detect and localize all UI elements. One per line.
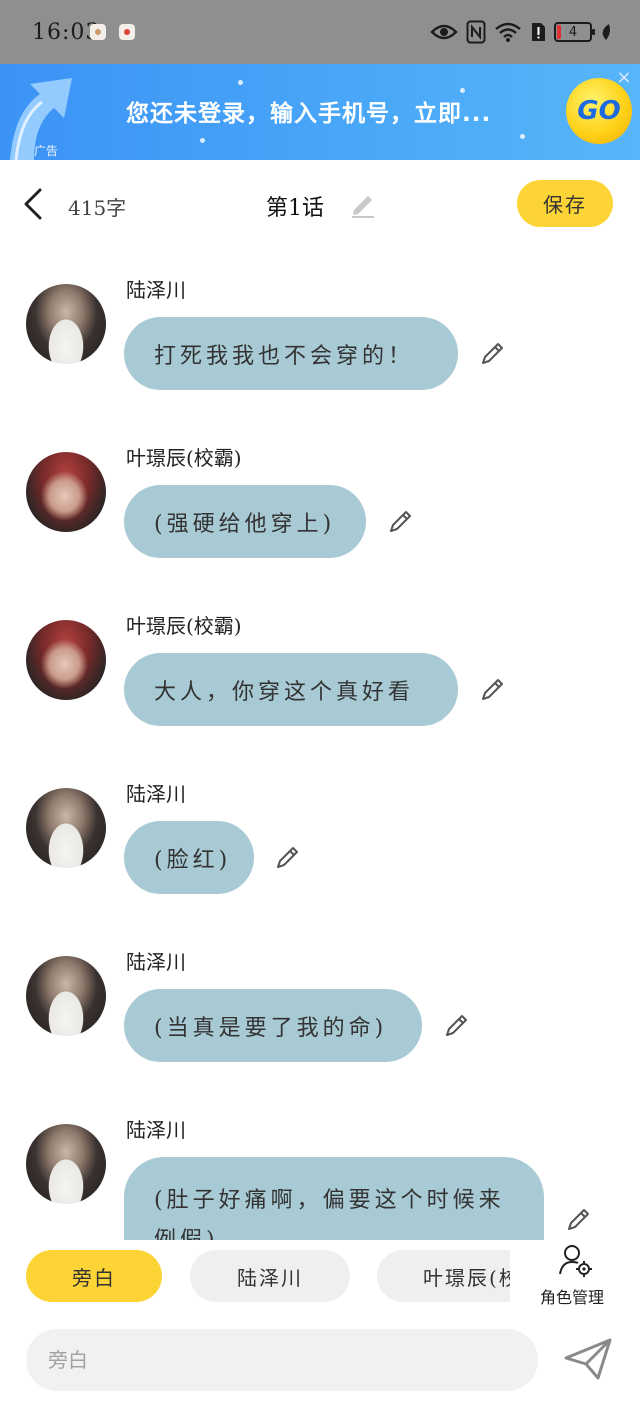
pencil-icon[interactable] — [348, 188, 378, 218]
role-manage-label: 角色管理 — [540, 1288, 605, 1307]
speaker-name: 陆泽川 — [126, 278, 186, 302]
speaker-name: 陆泽川 — [126, 950, 186, 974]
save-button[interactable]: 保存 — [517, 180, 613, 227]
user-gear-icon — [559, 1245, 592, 1277]
chapter-title[interactable]: 第1话 — [266, 190, 324, 222]
speaker-name: 陆泽川 — [126, 1118, 186, 1142]
message-input[interactable] — [26, 1329, 538, 1391]
role-chip-narration[interactable]: 旁白 — [26, 1250, 162, 1302]
send-button[interactable] — [562, 1334, 614, 1382]
composer — [0, 1318, 640, 1408]
nfc-icon — [466, 20, 486, 44]
message-bubble[interactable]: (肚子好痛啊，偏要这个时候来例假) — [124, 1157, 544, 1240]
eye-icon — [430, 24, 458, 40]
pencil-icon[interactable] — [275, 844, 301, 870]
pencil-icon[interactable] — [566, 1206, 592, 1232]
status-bar: 16:03 4 — [0, 0, 640, 64]
pencil-icon[interactable] — [388, 508, 414, 534]
message-bubble[interactable]: (脸红) — [124, 821, 254, 894]
back-button[interactable] — [14, 184, 50, 224]
avatar[interactable] — [26, 1124, 106, 1204]
speaker-name: 叶璟辰(校霸) — [126, 446, 242, 470]
ad-banner[interactable]: 您还未登录，输入手机号，立即... 广告 GO × — [0, 64, 640, 160]
word-count: 415字 — [68, 196, 127, 220]
ad-tag: 广告 — [34, 144, 59, 158]
avatar[interactable] — [26, 284, 106, 364]
role-manage-button[interactable]: 角色管理 — [510, 1240, 640, 1318]
notification-icon — [90, 24, 106, 40]
avatar[interactable] — [26, 452, 106, 532]
ad-text[interactable]: 您还未登录，输入手机号，立即... — [126, 94, 491, 128]
dialogue-list: 陆泽川 打死我我也不会穿的！ 叶璟辰(校霸) (强硬给他穿上) 叶璟辰(校霸) … — [0, 248, 640, 1240]
notification-icon — [119, 24, 135, 40]
close-icon[interactable]: × — [614, 68, 634, 88]
message-bubble[interactable]: (当真是要了我的命) — [124, 989, 422, 1062]
avatar[interactable] — [26, 956, 106, 1036]
role-selector: 旁白 陆泽川 叶璟辰(校霸) 角色管理 — [0, 1240, 640, 1318]
sim-alert-icon — [532, 23, 545, 41]
message-bubble[interactable]: 打死我我也不会穿的！ — [124, 317, 458, 390]
pencil-icon[interactable] — [480, 340, 506, 366]
status-icons: 4 — [430, 18, 612, 46]
leaf-icon — [602, 24, 610, 40]
editor-header: 415字 第1话 保存 — [0, 160, 640, 248]
pencil-icon[interactable] — [444, 1012, 470, 1038]
avatar[interactable] — [26, 788, 106, 868]
battery-indicator: 4 — [554, 22, 595, 42]
speaker-name: 陆泽川 — [126, 782, 186, 806]
message-bubble[interactable]: 大人，你穿这个真好看 — [124, 653, 458, 726]
avatar[interactable] — [26, 620, 106, 700]
wifi-icon — [495, 22, 521, 42]
role-chip-luzechuan[interactable]: 陆泽川 — [190, 1250, 350, 1302]
battery-level: 4 — [568, 24, 578, 40]
pencil-icon[interactable] — [480, 676, 506, 702]
message-bubble[interactable]: (强硬给他穿上) — [124, 485, 366, 558]
speaker-name: 叶璟辰(校霸) — [126, 614, 242, 638]
